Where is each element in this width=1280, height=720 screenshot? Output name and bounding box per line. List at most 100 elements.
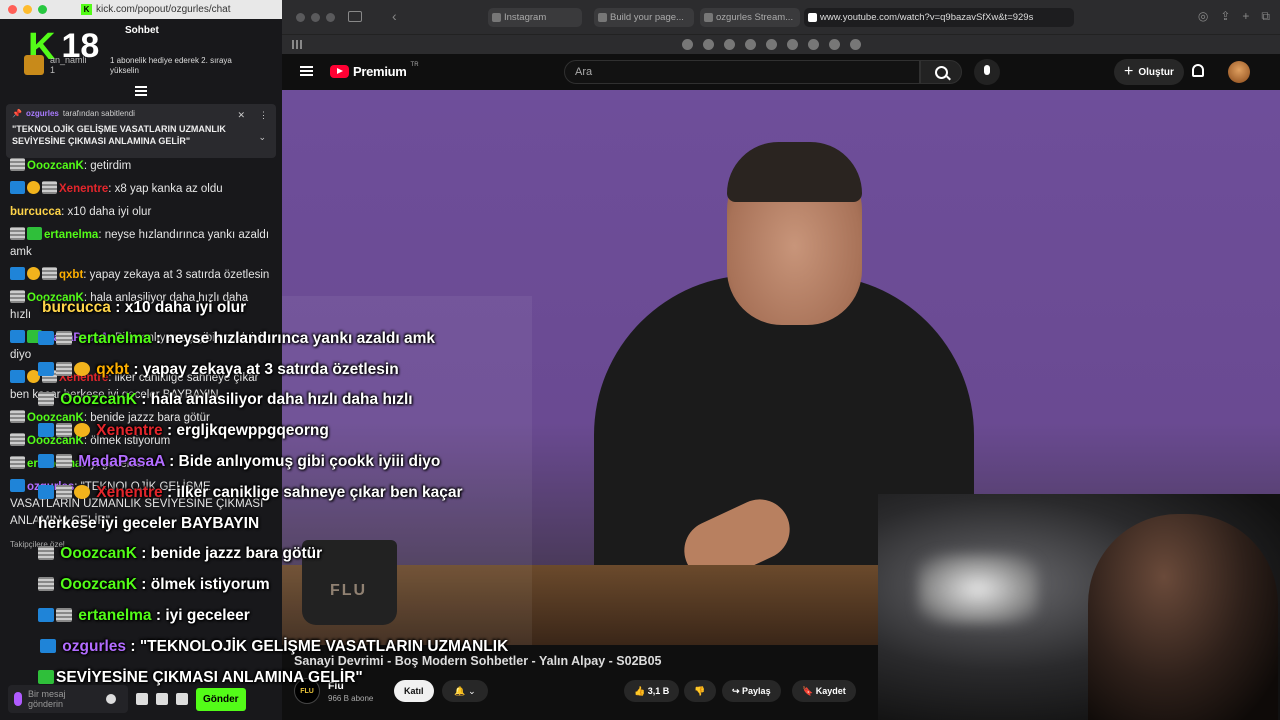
bookmark-icon-4[interactable]: [745, 39, 756, 50]
chat-username[interactable]: MadaPasaA: [44, 332, 109, 344]
emoji-icon[interactable]: [106, 694, 116, 704]
chat-username[interactable]: OoozcanK: [27, 435, 84, 447]
tab-build-page[interactable]: Build your page...: [594, 8, 694, 27]
dislike-button[interactable]: 👎: [684, 680, 716, 702]
chat-message[interactable]: OoozcanK: getirdim: [10, 158, 272, 175]
bookmark-icon-9[interactable]: [850, 39, 861, 50]
zoom-dot[interactable]: [326, 13, 335, 22]
extensions-icon[interactable]: ◎: [1198, 9, 1208, 24]
close-window-button[interactable]: [8, 5, 17, 14]
gift-prompt: 1 abonelik hediye ederek 2. sıraya yükse…: [110, 56, 232, 75]
unpin-icon[interactable]: ✕: [237, 110, 245, 121]
share-button[interactable]: ↪ Paylaş: [722, 680, 781, 702]
bookmark-icon-7[interactable]: [808, 39, 819, 50]
bookmark-icon-1[interactable]: [682, 39, 693, 50]
tab-bar: ‹ Instagram Build your page... ozgurles …: [282, 0, 1280, 34]
voice-search-button[interactable]: [974, 59, 1000, 85]
gear-icon[interactable]: [176, 693, 188, 705]
apps-grid-icon[interactable]: [292, 40, 302, 49]
chat-username[interactable]: Xenentre: [59, 183, 108, 195]
like-button[interactable]: 👍 3,1 B: [624, 680, 680, 702]
chat-message[interactable]: OoozcanK: hala anlasiliyor daha hızlı da…: [10, 290, 272, 324]
back-arrow-icon[interactable]: ‹: [392, 8, 397, 24]
chat-text: x8 yap kanka az oldu: [114, 183, 223, 195]
gift-leader[interactable]: an_namli 1: [24, 55, 87, 75]
chat-username[interactable]: OoozcanK: [27, 160, 84, 172]
chat-text: ölmek istiyorum: [90, 435, 171, 447]
chat-message-list[interactable]: OoozcanK: getirdim Xenentre: x8 yap kanka…: [0, 158, 282, 678]
avatar[interactable]: [1228, 61, 1250, 83]
tab-instagram[interactable]: Instagram: [488, 8, 582, 27]
channel-name[interactable]: Flu: [328, 680, 344, 692]
hamburger-menu-icon[interactable]: [300, 66, 313, 76]
search-button[interactable]: [920, 60, 962, 84]
shop-icon[interactable]: [156, 693, 168, 705]
share-icon[interactable]: ⇪: [1220, 9, 1230, 24]
join-button[interactable]: Katıl: [394, 680, 434, 702]
green-badge-icon: [27, 330, 42, 343]
favorites-bar: [282, 34, 1280, 54]
chat-message[interactable]: OoozcanK: benide jazzz bara götür: [10, 410, 272, 427]
save-button[interactable]: 🔖 Kaydet: [792, 680, 856, 702]
tab-youtube-address[interactable]: www.youtube.com/watch?v=q9bazavSfXw&t=92…: [804, 8, 1074, 27]
close-dot[interactable]: [296, 13, 305, 22]
chevron-down-icon[interactable]: ⌄: [258, 132, 266, 143]
bookmark-icon-5[interactable]: [766, 39, 777, 50]
pin-icon: 📌: [12, 109, 22, 118]
chat-message[interactable]: ozgurles: "TEKNOLOJİK GELİŞME VASATLARIN…: [10, 479, 272, 530]
more-options-icon[interactable]: ⋮: [259, 110, 268, 121]
chat-message[interactable]: OoozcanK: ölmek istiyorum: [10, 433, 272, 450]
new-tab-icon[interactable]: +: [1242, 9, 1249, 24]
create-button[interactable]: + Oluştur: [1114, 59, 1184, 85]
bookmark-icon-6[interactable]: [787, 39, 798, 50]
chat-username[interactable]: ertanelma: [44, 229, 98, 241]
min-dot[interactable]: [311, 13, 320, 22]
emote-menu-icon[interactable]: [136, 693, 148, 705]
youtube-logo[interactable]: Premium TR: [330, 62, 419, 79]
chat-menu-icon[interactable]: [135, 86, 147, 96]
chat-message[interactable]: ertanelma: neyse hızlandırınca yankı aza…: [10, 227, 272, 261]
subscribed-bell-button[interactable]: 🔔 ⌄: [442, 680, 488, 702]
chat-username[interactable]: OoozcanK: [27, 292, 84, 304]
chat-header: K 18 Sohbet an_namli 1 1 abonelik hediye…: [0, 19, 282, 103]
minimize-window-button[interactable]: [23, 5, 32, 14]
save-label: Kaydet: [815, 686, 846, 696]
chat-username[interactable]: Xenentre: [59, 372, 108, 384]
grey-badge-icon: [10, 456, 25, 469]
address-bar-text: www.youtube.com/watch?v=q9bazavSfXw&t=92…: [820, 12, 1034, 23]
zoom-window-button[interactable]: [38, 5, 47, 14]
send-button[interactable]: Gönder: [196, 687, 246, 711]
bookmark-icon-2[interactable]: [703, 39, 714, 50]
instagram-favicon-icon: [492, 13, 501, 22]
chat-message[interactable]: Xenentre: ilker caniklige sahneye çıkar …: [10, 370, 272, 404]
notifications-bell-icon[interactable]: [1192, 64, 1204, 77]
grey-badge-icon: [42, 267, 57, 280]
sidebar-toggle-icon[interactable]: [348, 11, 362, 22]
chat-message[interactable]: burcucca: x10 daha iyi olur: [10, 204, 272, 221]
tab-kick-stream[interactable]: ozgurles Stream...: [700, 8, 800, 27]
message-input[interactable]: Bir mesaj gönderin: [8, 685, 128, 713]
chat-message[interactable]: qxbt: yapay zekaya at 3 satırda özetlesi…: [10, 267, 272, 284]
chat-username[interactable]: burcucca: [10, 206, 61, 218]
video-host-hair: [727, 142, 862, 202]
chat-username[interactable]: ozgurles: [27, 481, 74, 493]
search-input[interactable]: Ara: [564, 60, 920, 84]
youtube-header: Premium TR Ara + Oluştur: [282, 54, 1280, 90]
channel-avatar[interactable]: FLU: [294, 678, 320, 704]
grey-badge-icon: [42, 370, 57, 383]
chat-text: x10 daha iyi olur: [67, 206, 152, 218]
chat-username[interactable]: OoozcanK: [27, 412, 84, 424]
pinned-message[interactable]: 📌 ozgurles tarafından sabitlendi "TEKNOL…: [6, 104, 276, 158]
chat-message[interactable]: Xenentre: x8 yap kanka az oldu: [10, 181, 272, 198]
bookmark-icon-3[interactable]: [724, 39, 735, 50]
page-favicon-icon: [598, 13, 607, 22]
chat-username[interactable]: ertanelma: [27, 458, 81, 470]
chat-message[interactable]: MadaPasaA: Bide anlıyomuş gibi çookk iyi…: [10, 330, 272, 364]
like-count: 3,1 B: [647, 686, 670, 696]
tab-overview-icon[interactable]: ⧉: [1261, 9, 1270, 24]
grey-badge-icon: [10, 410, 25, 423]
grey-badge-icon: [10, 227, 25, 240]
chat-username[interactable]: qxbt: [59, 269, 83, 281]
chat-message[interactable]: ertanelma: iyi geceleer: [10, 456, 272, 473]
bookmark-icon-8[interactable]: [829, 39, 840, 50]
